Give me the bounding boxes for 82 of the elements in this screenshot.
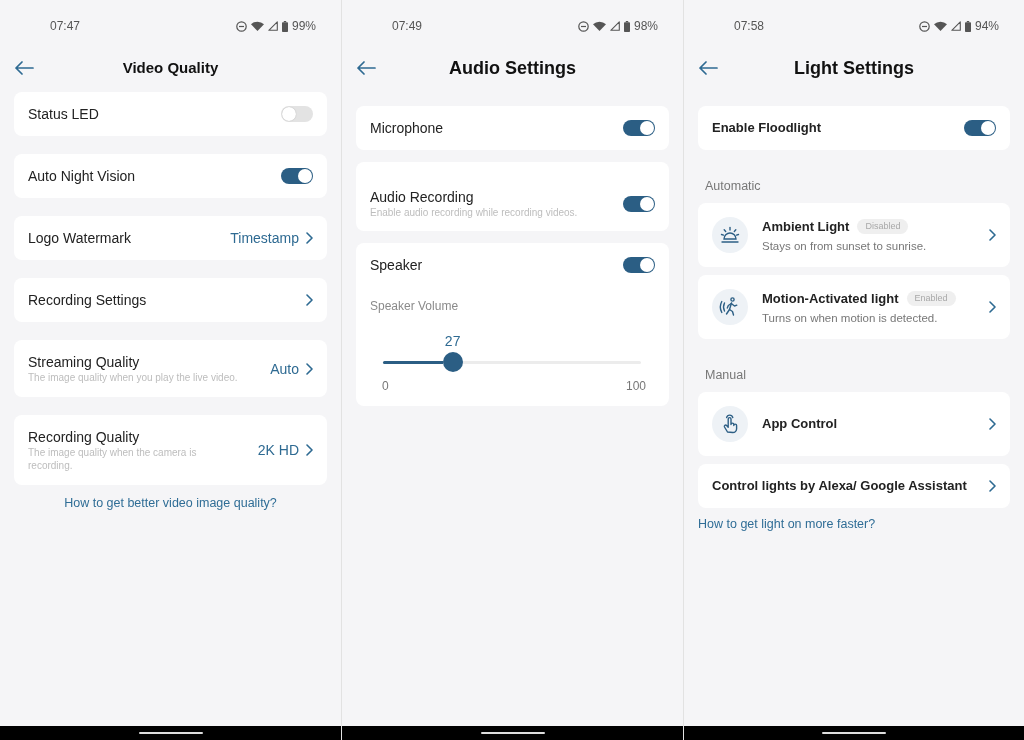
settings-card[interactable]: Streaming Quality The image quality when you play the live video. Auto: [14, 340, 327, 397]
wifi-icon: [592, 21, 606, 31]
setting-label: Streaming Quality: [28, 353, 141, 371]
signal-icon: [609, 21, 620, 31]
volume-value: 27: [444, 333, 461, 349]
chevron-right-icon: [989, 418, 996, 430]
status-time: 07:58: [734, 19, 765, 33]
setting-label: Audio Recording: [370, 188, 475, 206]
status-time: 07:49: [392, 19, 423, 33]
setting-label: App Control: [762, 415, 838, 433]
screen-title: Video Quality: [122, 58, 219, 78]
do-not-disturb-icon: [918, 20, 930, 32]
help-link[interactable]: How to get light on more faster?: [698, 516, 876, 532]
battery-percent: 98%: [633, 19, 658, 33]
do-not-disturb-icon: [235, 20, 247, 32]
chevron-right-icon: [306, 232, 313, 244]
signal-icon: [267, 21, 278, 31]
setting-description: Stays on from sunset to sunrise.: [762, 238, 928, 253]
setting-value: Timestamp: [230, 229, 299, 247]
wifi-icon: [933, 21, 947, 31]
setting-label: Recording Quality: [28, 428, 141, 446]
setting-label: Microphone: [370, 119, 445, 137]
screen-title: Light Settings: [794, 57, 914, 79]
toggle-switch[interactable]: [281, 106, 313, 122]
battery-icon: [964, 20, 971, 32]
section-heading: Automatic: [704, 178, 761, 195]
back-arrow-icon[interactable]: [698, 61, 718, 75]
battery-percent: 94%: [974, 19, 999, 33]
setting-value: Auto: [270, 359, 299, 378]
setting-label: Speaker: [370, 256, 424, 274]
do-not-disturb-icon: [577, 20, 589, 32]
chevron-right-icon: [989, 229, 996, 241]
toggle-switch[interactable]: [623, 120, 655, 136]
setting-label: Motion-Activated light: [762, 289, 899, 308]
chevron-right-icon: [989, 301, 996, 313]
setting-description: Enable audio recording while recording videos.: [370, 206, 579, 219]
setting-label: Status LED: [28, 105, 100, 123]
setting-description: Turns on when motion is detected.: [762, 310, 939, 325]
back-arrow-icon[interactable]: [356, 61, 376, 75]
setting-description: The image quality when you play the live video.: [28, 371, 239, 384]
signal-icon: [950, 21, 961, 31]
settings-card[interactable]: Ambient Light Disabled Stays on from sunset to sunrise.: [698, 203, 1010, 267]
settings-card[interactable]: App Control: [698, 392, 1010, 456]
toggle-switch[interactable]: [623, 257, 655, 273]
settings-card[interactable]: Motion-Activated light Enabled Turns on when motion is detected.: [698, 275, 1010, 339]
battery-icon: [623, 20, 630, 32]
setting-label: Recording Settings: [28, 291, 148, 309]
setting-description: The image quality when the camera is recording.: [28, 446, 198, 472]
setting-label: Auto Night Vision: [28, 167, 137, 185]
help-link[interactable]: How to get better video image quality?: [64, 495, 277, 511]
status-badge: Disabled: [857, 219, 909, 234]
slider-thumb[interactable]: [442, 352, 463, 372]
chevron-right-icon: [306, 444, 313, 456]
setting-label: Enable Floodlight: [712, 119, 823, 137]
back-arrow-icon[interactable]: [14, 61, 34, 75]
volume-min-label: 0: [382, 378, 389, 394]
toggle-switch[interactable]: [964, 120, 996, 136]
section-heading: Manual: [704, 367, 746, 384]
chevron-right-icon: [306, 294, 313, 306]
battery-percent: 99%: [291, 19, 316, 33]
battery-icon: [281, 20, 288, 32]
toggle-switch[interactable]: [623, 195, 655, 212]
screen-title: Audio Settings: [449, 57, 576, 79]
settings-card[interactable]: Control lights by Alexa/ Google Assistant: [698, 464, 1010, 508]
toggle-switch[interactable]: [281, 168, 313, 184]
setting-label: Control lights by Alexa/ Google Assistant: [712, 477, 968, 495]
sunrise-icon: [712, 217, 748, 253]
wifi-icon: [250, 21, 264, 31]
chevron-right-icon: [306, 362, 313, 375]
pointing-hand-icon: [712, 406, 748, 442]
volume-max-label: 100: [625, 378, 646, 394]
settings-card[interactable]: Recording Quality The image quality when the camera is recording. 2K HD: [14, 415, 327, 485]
walking-person-icon: [712, 289, 748, 325]
setting-label: Logo Watermark: [28, 229, 132, 247]
setting-label: Ambient Light: [762, 217, 850, 236]
chevron-right-icon: [989, 480, 996, 492]
status-badge: Enabled: [906, 291, 956, 306]
settings-card[interactable]: Recording Settings: [14, 278, 327, 322]
settings-card[interactable]: Logo Watermark Timestamp: [14, 216, 327, 260]
setting-value: 2K HD: [257, 441, 299, 459]
status-time: 07:47: [50, 19, 81, 33]
volume-label: Speaker Volume: [370, 298, 459, 314]
